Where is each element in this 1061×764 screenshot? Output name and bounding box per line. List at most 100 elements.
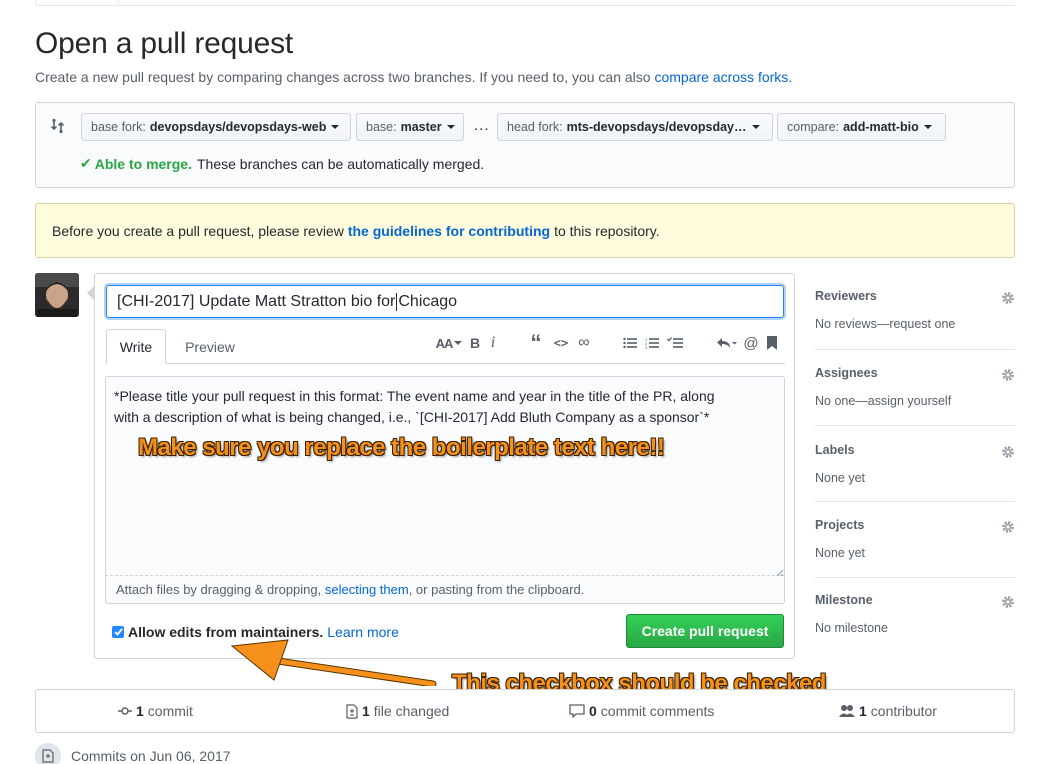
link-button[interactable]: ∞ xyxy=(575,332,593,354)
gear-icon[interactable] xyxy=(1001,291,1015,305)
summary-files[interactable]: 1 file changed xyxy=(346,703,449,719)
gear-icon[interactable] xyxy=(1001,595,1015,609)
notice-text-before: Before you create a pull request, please… xyxy=(52,222,344,239)
compare-value: add-matt-bio xyxy=(843,120,919,134)
numbered-list-icon: 123 xyxy=(645,337,659,349)
avatar[interactable] xyxy=(35,273,79,317)
mention-button[interactable]: @ xyxy=(742,332,760,354)
saved-reply-button[interactable] xyxy=(765,332,779,354)
sidebar-divider xyxy=(815,349,1015,350)
checkmark-icon xyxy=(113,628,123,636)
resize-handle-icon[interactable] xyxy=(775,565,784,578)
gear-icon[interactable] xyxy=(1001,368,1015,382)
header-icon: AA xyxy=(435,335,454,351)
chevron-down-icon xyxy=(454,341,463,345)
base-fork-select[interactable]: base fork: devopsdays/devopsdays-web xyxy=(81,113,351,141)
milestone-title: Milestone xyxy=(815,593,873,607)
people-icon xyxy=(839,705,855,717)
page-subtitle: Create a new pull request by comparing c… xyxy=(35,69,792,85)
text-size-button[interactable]: AA xyxy=(434,332,464,354)
title-text-before-cursor: [CHI-2017] Update Matt Stratton bio for xyxy=(117,292,396,310)
assignees-value: No one—assign yourself xyxy=(815,394,952,408)
code-icon: <> xyxy=(553,336,569,350)
tab-write[interactable]: Write xyxy=(106,329,166,364)
commits-header: Commits on Jun 06, 2017 xyxy=(35,743,231,764)
guidelines-link[interactable]: the guidelines for contributing xyxy=(348,223,550,239)
quote-button[interactable]: “ xyxy=(527,330,545,355)
reply-icon xyxy=(717,338,737,348)
gear-icon[interactable] xyxy=(1001,445,1015,459)
contributors-count: 1 xyxy=(859,703,867,719)
reviewers-value: No reviews—request one xyxy=(815,317,956,331)
compare-branch-select[interactable]: compare: add-matt-bio xyxy=(777,113,946,141)
sidebar-projects[interactable]: Projects None yet xyxy=(815,518,1015,560)
allow-edits-checkbox[interactable] xyxy=(112,626,124,638)
summary-contributors[interactable]: 1 contributor xyxy=(839,703,937,719)
contributors-label: contributor xyxy=(870,703,937,719)
bulleted-list-button[interactable] xyxy=(622,332,638,354)
summary-commits[interactable]: 1 commit xyxy=(118,703,193,719)
merge-status-text: These branches can be automatically merg… xyxy=(196,155,485,172)
commit-icon xyxy=(118,707,132,715)
annotation-arrow-icon xyxy=(230,639,437,686)
summary-comments[interactable]: 0 commit comments xyxy=(569,703,714,719)
bookmark-icon xyxy=(767,336,777,350)
contributing-notice: Before you create a pull request, please… xyxy=(35,203,1015,258)
range-ellipsis: ... xyxy=(474,117,490,134)
description-line-2: with a description of what is being chan… xyxy=(114,409,710,425)
projects-title: Projects xyxy=(815,518,865,532)
sidebar-assignees[interactable]: Assignees No one—assign yourself xyxy=(815,366,1015,408)
compare-label: compare: xyxy=(787,120,840,134)
labels-title: Labels xyxy=(815,443,855,457)
reviewers-title: Reviewers xyxy=(815,289,877,303)
sidebar-labels[interactable]: Labels None yet xyxy=(815,443,1015,485)
gear-icon[interactable] xyxy=(1001,520,1015,534)
comments-label: commit comments xyxy=(600,703,715,719)
code-button[interactable]: <> xyxy=(552,332,570,354)
base-label: base: xyxy=(366,120,397,134)
page-title: Open a pull request xyxy=(35,27,294,60)
attach-text-after: , or pasting from the clipboard. xyxy=(408,582,585,597)
base-fork-value: devopsdays/devopsdays-web xyxy=(149,120,327,134)
check-icon: ✔ xyxy=(80,155,92,171)
title-input[interactable]: [CHI-2017] Update Matt Stratton bio for C… xyxy=(106,285,784,318)
comment-icon xyxy=(569,704,585,718)
base-fork-label: base fork: xyxy=(91,120,146,134)
task-list-icon xyxy=(667,337,683,348)
quote-icon: “ xyxy=(530,330,542,355)
tab-preview[interactable]: Preview xyxy=(172,329,248,364)
italic-icon: i xyxy=(490,334,496,351)
description-textarea[interactable]: *Please title your pull request in this … xyxy=(105,376,785,576)
chevron-down-icon xyxy=(446,125,455,129)
annotation-boilerplate: Make sure you replace the boilerplate te… xyxy=(138,434,665,461)
base-branch-select[interactable]: base: master xyxy=(356,113,464,141)
sidebar-divider xyxy=(815,577,1015,578)
compare-across-forks-link[interactable]: compare across forks xyxy=(654,69,788,85)
task-list-button[interactable] xyxy=(666,332,684,354)
file-diff-icon xyxy=(346,703,358,719)
attach-files-bar[interactable]: Attach files by dragging & dropping, sel… xyxy=(105,576,785,604)
create-pull-request-button[interactable]: Create pull request xyxy=(626,614,784,648)
sidebar-divider xyxy=(815,425,1015,426)
bulleted-list-icon xyxy=(623,337,637,349)
files-count: 1 xyxy=(362,703,370,719)
subtitle-end: . xyxy=(788,69,793,85)
numbered-list-button[interactable]: 123 xyxy=(644,332,660,354)
sidebar-divider xyxy=(815,501,1015,502)
italic-button[interactable]: i xyxy=(486,332,500,354)
base-value: master xyxy=(400,120,442,134)
subtitle-text: Create a new pull request by comparing c… xyxy=(35,69,651,85)
sidebar-reviewers[interactable]: Reviewers No reviews—request one xyxy=(815,289,1015,331)
bold-icon: B xyxy=(469,335,481,351)
reply-button[interactable] xyxy=(716,332,738,354)
attach-text-before: Attach files by dragging & dropping, xyxy=(116,582,322,597)
files-label: file changed xyxy=(373,703,450,719)
title-text-after-cursor: Chicago xyxy=(398,292,458,310)
sidebar-milestone[interactable]: Milestone No milestone xyxy=(815,593,1015,635)
selecting-them-link[interactable]: selecting them xyxy=(325,582,409,597)
bold-button[interactable]: B xyxy=(467,332,483,354)
notice-text-after: to this repository. xyxy=(554,222,660,239)
chevron-down-icon xyxy=(331,125,340,129)
head-fork-select[interactable]: head fork: mts-devopsdays/devopsday… xyxy=(497,113,773,141)
chevron-down-icon xyxy=(923,125,932,129)
